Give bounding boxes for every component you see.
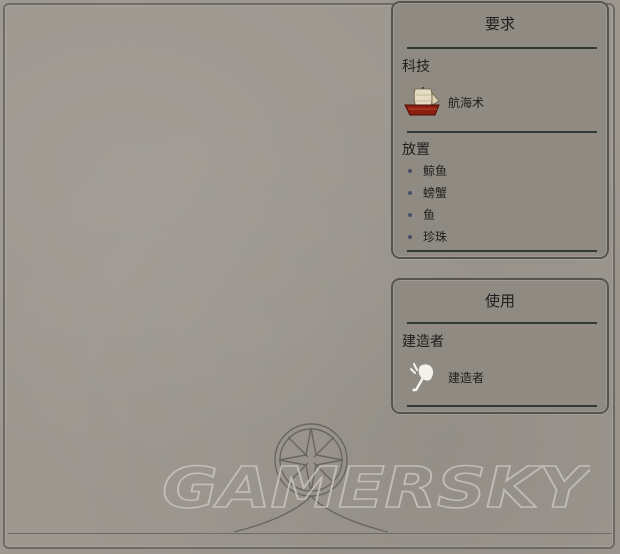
- placement-section-label: 放置: [402, 142, 430, 158]
- usage-title: 使用: [484, 292, 515, 310]
- section-divider: [407, 250, 597, 252]
- tech-section-label: 科技: [402, 59, 430, 75]
- unit-item-label: 建造者: [448, 371, 485, 385]
- placement-item-fish[interactable]: 鱼: [407, 204, 447, 226]
- unit-item-builder[interactable]: 建造者: [402, 360, 597, 394]
- requirements-title: 要求: [484, 15, 515, 33]
- section-divider: [407, 405, 597, 407]
- watermark-text: GAMERSKY: [162, 456, 590, 519]
- ship-icon: [404, 87, 440, 116]
- unit-section-label: 建造者: [402, 334, 444, 350]
- bottom-divider: [8, 533, 612, 534]
- tech-item-navigation[interactable]: 航海术: [402, 85, 597, 119]
- title-divider: [407, 322, 597, 324]
- tech-item-label: 航海术: [448, 96, 485, 110]
- usage-panel: 使用 建造者 建造者: [391, 278, 609, 414]
- bullet-icon: [408, 169, 412, 173]
- gamersky-watermark: GAMERSKY: [161, 455, 590, 519]
- placement-item-pearl[interactable]: 珍珠: [407, 226, 447, 248]
- bullet-icon: [408, 191, 412, 195]
- builder-hammer-icon: [410, 363, 434, 392]
- placement-item-crab[interactable]: 螃蟹: [407, 182, 447, 204]
- bullet-icon: [408, 235, 412, 239]
- placement-list: 鲸鱼 螃蟹 鱼 珍珠: [407, 160, 447, 248]
- title-divider: [407, 47, 597, 49]
- requirements-panel: 要求 科技 航海术 放置 鲸鱼 螃蟹 鱼 珍珠: [391, 1, 609, 259]
- placement-item-whale[interactable]: 鲸鱼: [407, 160, 447, 182]
- bullet-icon: [408, 213, 412, 217]
- section-divider: [407, 131, 597, 133]
